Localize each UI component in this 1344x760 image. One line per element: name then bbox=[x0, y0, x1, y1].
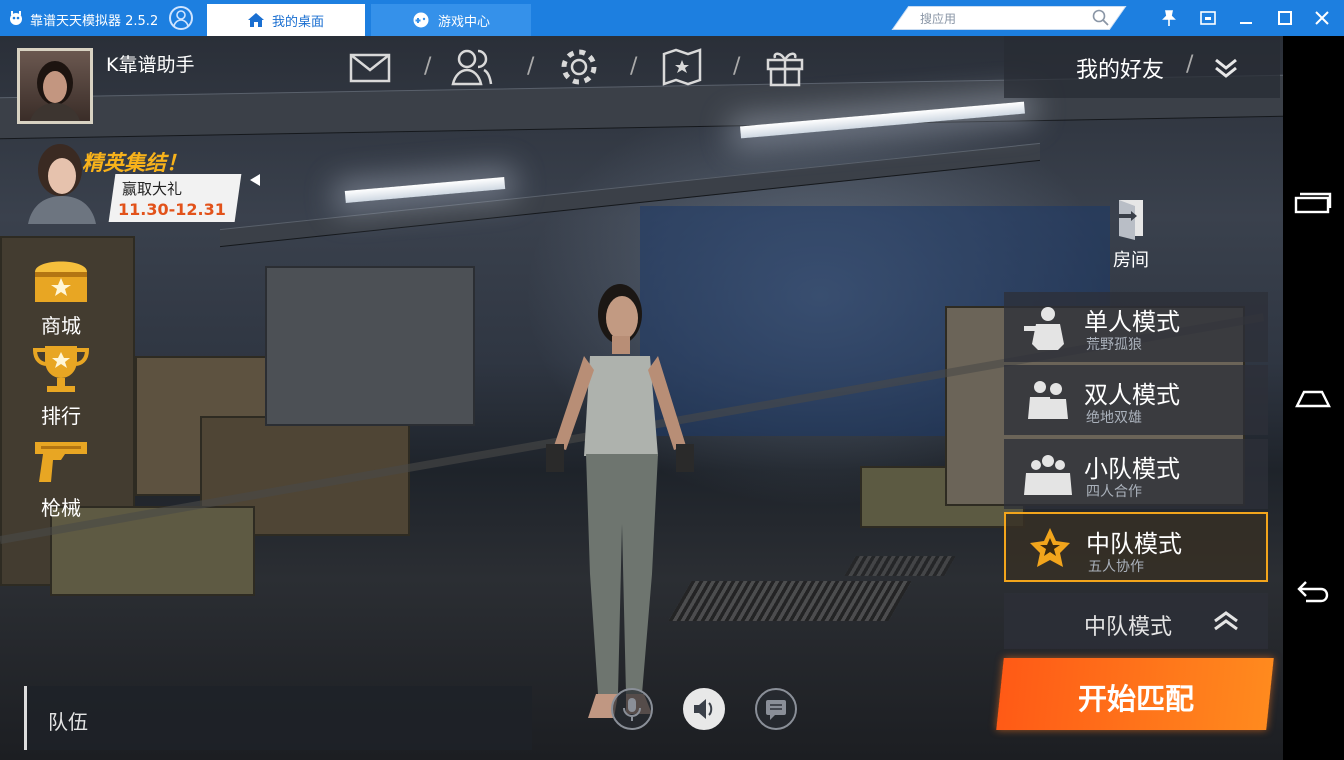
soldier-duo-icon bbox=[1028, 381, 1068, 419]
mode-subtitle: 四人合作 bbox=[1086, 484, 1142, 500]
room-label: 房间 bbox=[1113, 250, 1149, 271]
tab-game-center[interactable]: 游戏中心 bbox=[371, 4, 531, 36]
game-viewport: K靠谱助手 / / / / 我的好友 / 精英集结！ 赢取大礼 11.30-12… bbox=[0, 36, 1283, 760]
mode-subtitle: 荒野孤狼 bbox=[1086, 337, 1142, 353]
separator: / bbox=[733, 54, 741, 79]
separator: / bbox=[527, 54, 535, 79]
shop-label: 商城 bbox=[41, 314, 81, 338]
treasure-chest-icon bbox=[35, 261, 87, 302]
speaker-button[interactable] bbox=[683, 688, 725, 730]
ceiling-lamp bbox=[344, 177, 506, 203]
shop-button[interactable]: 商城 bbox=[28, 254, 94, 339]
map-icon[interactable] bbox=[660, 46, 704, 88]
mode-name: 中队模式 bbox=[1086, 530, 1182, 558]
pistol-icon bbox=[35, 442, 87, 482]
gift-icon[interactable] bbox=[763, 46, 807, 88]
settings-icon[interactable] bbox=[557, 46, 601, 88]
chevron-double-down-icon[interactable] bbox=[1213, 56, 1239, 80]
tab-label: 游戏中心 bbox=[437, 14, 490, 30]
weapons-label: 枪械 bbox=[41, 496, 81, 520]
minimize-icon[interactable] bbox=[1237, 9, 1255, 27]
friends-icon[interactable] bbox=[450, 46, 494, 88]
star-badge-icon bbox=[1030, 528, 1070, 567]
home-nav-icon[interactable] bbox=[1294, 382, 1332, 410]
weapons-button[interactable]: 枪械 bbox=[28, 436, 94, 521]
truck bbox=[265, 266, 475, 426]
emulator-window: 靠谱天天模拟器 2.5.2 我的桌面 游戏中心 搜应用 K靠谱助手 / / / … bbox=[0, 0, 1344, 760]
mail-icon[interactable] bbox=[348, 46, 392, 88]
mode-duo[interactable]: 双人模式 绝地双雄 bbox=[1004, 365, 1268, 435]
promo-subtitle: 赢取大礼 bbox=[122, 180, 183, 198]
friends-label[interactable]: 我的好友 bbox=[1076, 52, 1164, 84]
recent-apps-icon[interactable] bbox=[1294, 188, 1332, 216]
player-character bbox=[546, 284, 694, 718]
mode-name: 小队模式 bbox=[1084, 455, 1180, 483]
mode-subtitle: 绝地双雄 bbox=[1086, 410, 1142, 426]
user-account-icon[interactable] bbox=[169, 6, 193, 30]
maximize-icon[interactable] bbox=[1276, 9, 1294, 27]
app-name: 靠谱天天模拟器 2.5.2 bbox=[30, 14, 159, 29]
gamepad-icon bbox=[413, 12, 429, 28]
ranking-label: 排行 bbox=[41, 404, 81, 428]
home-icon bbox=[247, 13, 264, 27]
floor-grate bbox=[668, 581, 912, 621]
promo-title: 精英集结！ bbox=[82, 151, 187, 175]
ranking-button[interactable]: 排行 bbox=[28, 342, 94, 429]
emulator-logo-icon bbox=[10, 11, 22, 25]
separator: / bbox=[424, 54, 432, 79]
chat-icon bbox=[766, 700, 786, 720]
mode-subtitle: 五人协作 bbox=[1088, 559, 1144, 575]
speaker-icon bbox=[694, 699, 713, 719]
chat-button[interactable] bbox=[755, 688, 797, 730]
team-panel[interactable] bbox=[24, 686, 532, 750]
mode-solo[interactable]: 单人模式 荒野孤狼 bbox=[1004, 292, 1268, 362]
close-icon[interactable] bbox=[1313, 9, 1331, 27]
separator: / bbox=[1186, 52, 1194, 77]
player-name[interactable]: K靠谱助手 bbox=[106, 50, 194, 77]
tab-my-desktop[interactable]: 我的桌面 bbox=[207, 4, 365, 36]
tab-label: 我的桌面 bbox=[271, 14, 324, 30]
search-placeholder: 搜应用 bbox=[920, 12, 957, 26]
pin-icon[interactable] bbox=[1160, 9, 1178, 27]
mode-platoon[interactable]: 中队模式 五人协作 bbox=[1004, 512, 1268, 582]
selected-mode-label: 中队模式 bbox=[1084, 615, 1173, 640]
floor-grate bbox=[844, 556, 956, 576]
chevron-double-up-icon[interactable] bbox=[1212, 609, 1240, 633]
room-button[interactable]: 房间 bbox=[1102, 196, 1160, 272]
mode-name: 双人模式 bbox=[1084, 381, 1180, 409]
title-bar: 靠谱天天模拟器 2.5.2 我的桌面 游戏中心 搜应用 bbox=[0, 0, 1344, 36]
soldier-squad-icon bbox=[1024, 455, 1072, 495]
team-label: 队伍 bbox=[48, 710, 88, 734]
trophy-icon bbox=[32, 346, 90, 392]
search-icon[interactable] bbox=[1092, 9, 1110, 27]
separator: / bbox=[630, 54, 638, 79]
start-match-label[interactable]: 开始匹配 bbox=[1078, 676, 1194, 718]
mode-name: 单人模式 bbox=[1084, 308, 1180, 336]
back-nav-icon[interactable] bbox=[1294, 576, 1332, 604]
player-avatar[interactable] bbox=[17, 48, 93, 124]
restore-icon[interactable] bbox=[1199, 9, 1217, 27]
microphone-button[interactable] bbox=[611, 688, 653, 730]
soldier-solo-icon bbox=[1024, 307, 1064, 350]
door-icon bbox=[1119, 200, 1143, 240]
promo-dates: 11.30-12.31 bbox=[118, 200, 226, 219]
mode-squad[interactable]: 小队模式 四人合作 bbox=[1004, 439, 1268, 509]
microphone-icon bbox=[623, 698, 641, 721]
